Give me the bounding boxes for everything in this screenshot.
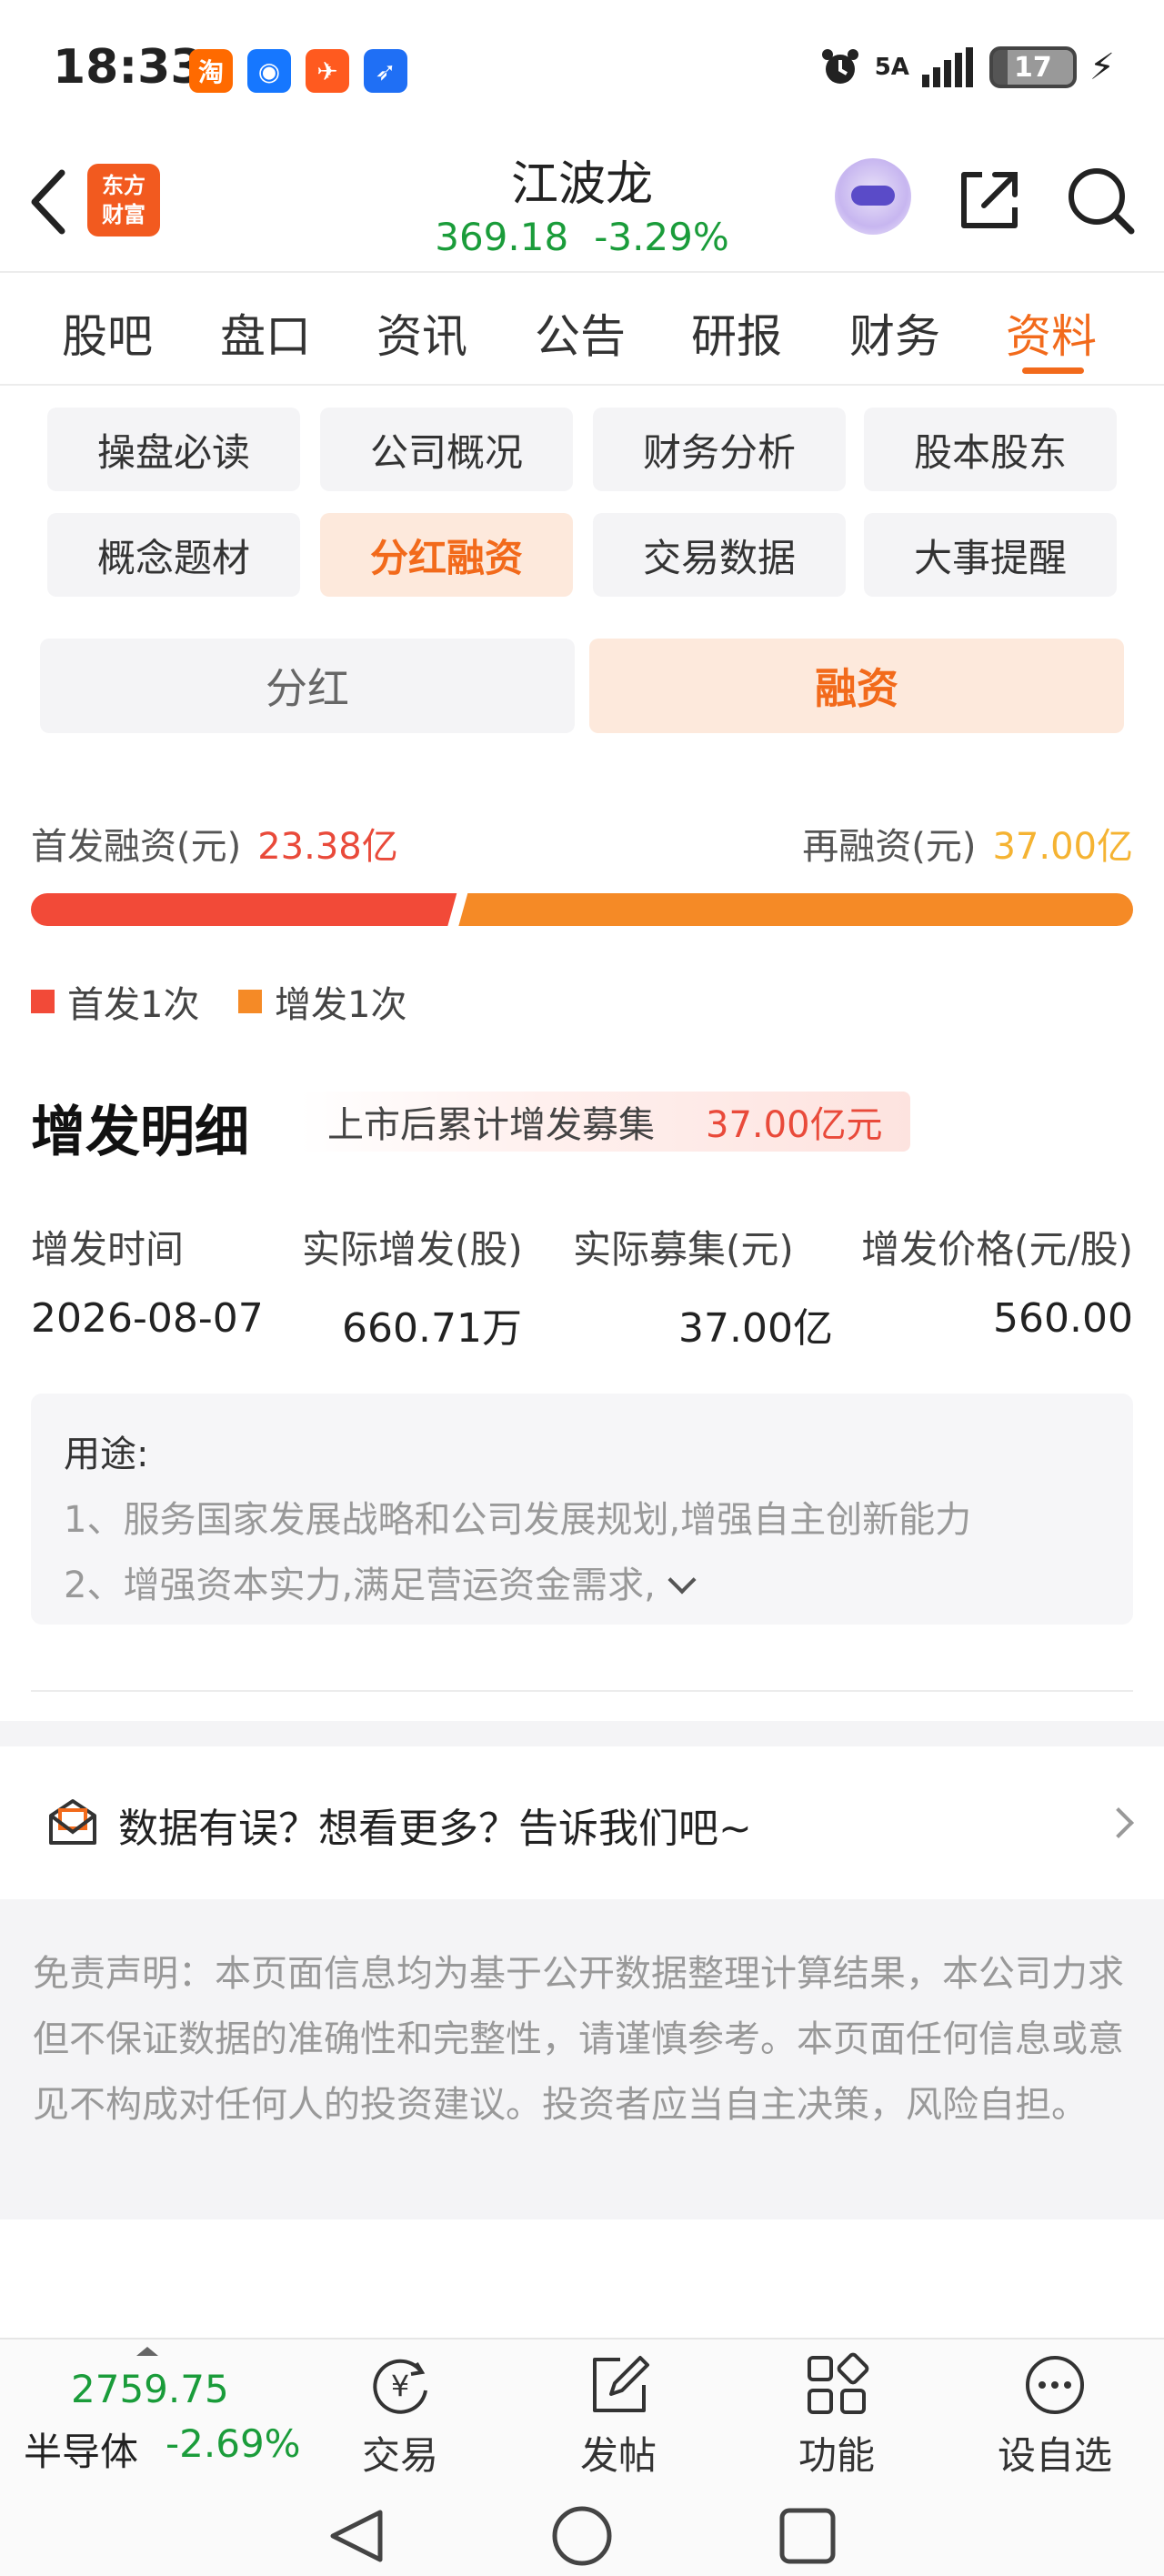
grid-icon (808, 2352, 869, 2414)
alarm-icon (821, 49, 858, 84)
ipo-financing: 首发融资(元) 23.38亿 (31, 817, 398, 870)
nav-trade[interactable]: ¥ 交易 (327, 2350, 473, 2480)
robot-app-icon: ◉ (247, 49, 291, 93)
charging-icon: ⚡ (1089, 46, 1115, 88)
cell-date: 2026-08-07 (31, 1295, 264, 1342)
system-recents-icon[interactable] (779, 2508, 836, 2564)
cumulative-badge-value: 37.00亿元 (706, 1104, 883, 1146)
tab-news[interactable]: 资讯 (376, 300, 467, 366)
share-icon[interactable] (955, 166, 1024, 235)
svg-text:¥: ¥ (391, 2369, 409, 2403)
search-icon[interactable] (1064, 164, 1137, 236)
usage-box[interactable]: 用途: 1、服务国家发展战略和公司发展规划,增强自主创新能力 2、增强资本实力,… (31, 1394, 1133, 1625)
cell-shares: 660.71万 (342, 1305, 522, 1352)
subtab-concepts[interactable]: 概念题材 (47, 513, 300, 597)
nav-add-watchlist-label: 设自选 (997, 2433, 1112, 2478)
ai-assistant-icon[interactable] (835, 158, 911, 235)
refinancing: 再融资(元) 37.00亿 (802, 817, 1133, 870)
status-right: 5A 17 ⚡ (818, 45, 1115, 89)
cell-raised: 37.00亿 (678, 1305, 833, 1352)
usage-line-2: 2、增强资本实力,满足营运资金需求, (64, 1565, 656, 1606)
legend-additional-swatch (238, 990, 262, 1013)
sector-index-value[interactable]: 2759.75 (71, 2367, 229, 2411)
tab-research[interactable]: 研报 (691, 300, 782, 366)
segment-financing[interactable]: 融资 (589, 639, 1124, 733)
ipo-bar-segment (31, 893, 457, 926)
signal-icon (921, 47, 973, 87)
feedback-text: 数据有误？想看更多？告诉我们吧~ (118, 1806, 752, 1852)
edit-icon (593, 2356, 649, 2412)
nav-functions[interactable]: 功能 (764, 2350, 909, 2480)
tab-finance[interactable]: 财务 (849, 300, 940, 366)
disclaimer: 免责声明：本页面信息均为基于公开数据整理计算结果，本公司力求但不保证数据的准确性… (0, 1899, 1164, 2219)
taobao-icon: 淘 (189, 49, 233, 93)
chevron-right-icon (1103, 1807, 1134, 1838)
nav-trade-label: 交易 (361, 2433, 438, 2478)
paper-plane-app-icon: ✈ (306, 49, 349, 93)
status-app-icons: 淘 ◉ ✈ ➶ (189, 49, 407, 93)
status-time: 18:33 (53, 40, 204, 95)
nav-functions-label: 功能 (798, 2433, 875, 2478)
network-type: 5A (874, 54, 909, 81)
legend-additional: 增发1次 (238, 975, 406, 1028)
subtab-shareholders[interactable]: 股本股东 (864, 408, 1117, 491)
legend-ipo: 首发1次 (31, 975, 199, 1028)
detail-title: 增发明细 (31, 1101, 249, 1164)
system-navigation (330, 2506, 836, 2566)
stock-change: -3.29% (594, 215, 729, 259)
tab-profile[interactable]: 资料 (1006, 300, 1097, 366)
refinancing-value: 37.00亿 (992, 826, 1133, 868)
more-icon (1026, 2356, 1084, 2414)
expand-chevron-icon[interactable] (667, 1565, 697, 1595)
sector-index-name[interactable]: 半导体 (24, 2421, 138, 2477)
ipo-financing-value: 23.38亿 (257, 826, 398, 868)
stock-price: 369.18 (435, 215, 569, 259)
stock-header: 东方 财富 江波龙 369.18 -3.29% (0, 136, 1164, 273)
cumulative-badge: 上市后累计增发募集 37.00亿元 (300, 1092, 910, 1152)
nav-post[interactable]: 发帖 (546, 2350, 691, 2480)
refinancing-label: 再融资(元) (802, 826, 977, 868)
status-bar: 18:33 淘 ◉ ✈ ➶ 5A 17 ⚡ (0, 0, 1164, 136)
usage-label: 用途: (64, 1434, 149, 1475)
trade-icon: ¥ (373, 2359, 427, 2414)
legend-ipo-swatch (31, 990, 55, 1013)
cell-price: 560.00 (993, 1295, 1133, 1342)
col-header-raised: 实际募集(元) (573, 1227, 794, 1272)
subtab-trading-guide[interactable]: 操盘必读 (47, 408, 300, 491)
divider (31, 1690, 1133, 1692)
subtab-events[interactable]: 大事提醒 (864, 513, 1117, 597)
legend-additional-label: 增发1次 (275, 984, 407, 1026)
tab-pankou[interactable]: 盘口 (220, 300, 311, 366)
subtab-company-overview[interactable]: 公司概况 (320, 408, 573, 491)
financing-ratio-bar (31, 893, 1133, 926)
segment-dividend[interactable]: 分红 (40, 639, 575, 733)
nav-post-label: 发帖 (579, 2433, 657, 2478)
subtab-financial-analysis[interactable]: 财务分析 (593, 408, 846, 491)
tab-announcement[interactable]: 公告 (535, 300, 626, 366)
system-home-icon[interactable] (552, 2506, 612, 2566)
tab-active-indicator (1022, 367, 1084, 374)
cumulative-badge-label: 上市后累计增发募集 (327, 1104, 655, 1146)
additional-bar-segment (458, 893, 1133, 926)
expand-up-icon[interactable] (136, 2347, 158, 2356)
feedback-row[interactable]: 数据有误？想看更多？告诉我们吧~ (0, 1746, 1164, 1899)
subtab-trading-data[interactable]: 交易数据 (593, 513, 846, 597)
bird-app-icon: ➶ (364, 49, 407, 93)
usage-line-1: 1、服务国家发展战略和公司发展规划,增强自主创新能力 (64, 1499, 972, 1541)
feedback-mail-icon (49, 1799, 96, 1845)
tab-guba[interactable]: 股吧 (62, 300, 153, 366)
section-gap (0, 1721, 1164, 1746)
subtab-dividend-financing[interactable]: 分红融资 (320, 513, 573, 597)
col-header-shares: 实际增发(股) (302, 1227, 523, 1272)
system-back-icon[interactable] (330, 2510, 383, 2562)
battery-icon: 17 (988, 46, 1077, 88)
legend-ipo-label: 首发1次 (67, 984, 200, 1026)
nav-add-watchlist[interactable]: 设自选 (982, 2350, 1128, 2480)
col-header-price: 增发价格(元/股) (861, 1227, 1133, 1272)
ipo-financing-label: 首发融资(元) (31, 826, 242, 868)
sector-index-change[interactable]: -2.69% (166, 2421, 301, 2466)
main-tabs: 股吧 盘口 资讯 公告 研报 财务 资料 (0, 273, 1164, 386)
col-header-date: 增发时间 (31, 1227, 185, 1272)
